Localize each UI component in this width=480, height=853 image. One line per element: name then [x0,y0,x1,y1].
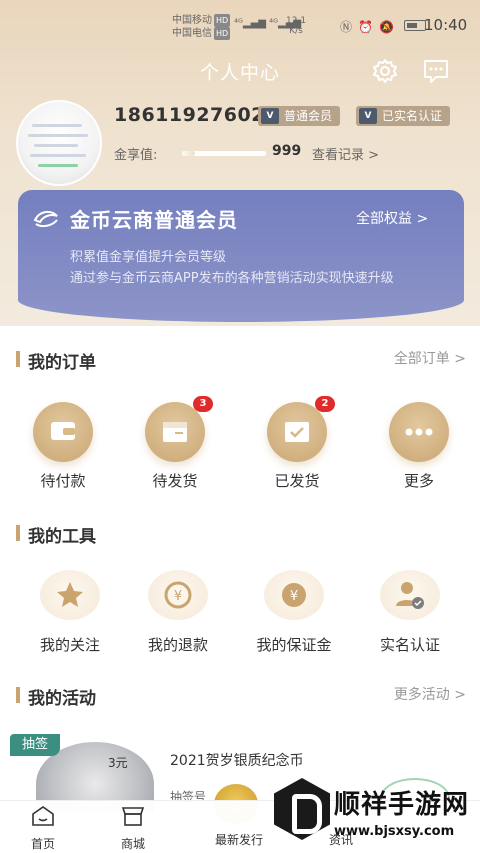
avatar[interactable] [16,100,102,186]
tool-real-name-auth[interactable]: 实名认证 [360,570,460,655]
more-activities-link[interactable]: 更多活动 > [394,684,466,704]
coin-face-value: 3元 [108,756,128,770]
jinxiang-progress [182,151,266,156]
hd-badge: HD [214,14,231,27]
gear-icon[interactable] [372,58,398,84]
member-logo-icon [33,210,58,228]
lottery-tag: 抽签 [10,734,60,756]
all-benefits-link[interactable]: 全部权益 > [356,208,428,228]
jinxiang-label: 金享值: [114,148,158,163]
vip-icon: V [261,108,279,124]
watermark-url: www.bjsxsy.com [334,824,455,839]
tool-my-refunds[interactable]: ¥ 我的退款 [128,570,228,655]
order-label: 待发货 [152,472,198,490]
status-bar: 中国移动 HD 中国电信 HD ⁴ᴳ▂▄▆ ⁴ᴳ▂▄▆ 12.1 K/s Ⓝ⏰🔕 1… [0,0,480,44]
order-shipped[interactable]: 2 已发货 [252,396,342,491]
nav-label: 商城 [120,837,145,851]
tool-label: 实名认证 [379,636,440,654]
svg-text:¥: ¥ [174,589,182,604]
pending-shipment-count: 3 [193,396,213,412]
tools-section-title: 我的工具 [16,522,96,547]
member-level-label: 普通会员 [284,109,333,123]
watermark-title: 顺祥手游网 [334,790,470,820]
verified-badge: V 已实名认证 [356,106,451,126]
status-icons: Ⓝ⏰🔕 [340,18,400,35]
hd-badge: HD [214,27,231,40]
svg-text:¥: ¥ [290,589,298,604]
all-orders-link[interactable]: 全部订单 > [394,348,466,368]
net-speed: 12.1 K/s [286,16,306,36]
yen-icon: ¥ [264,570,324,620]
mute-icon: 🔕 [378,20,400,34]
star-icon [40,570,100,620]
shop-icon [121,807,145,826]
order-pending-payment[interactable]: 待付款 [18,402,108,491]
wallet-icon [33,402,93,462]
tool-label: 我的退款 [147,636,208,654]
vip-icon: V [359,108,377,124]
tool-label: 我的关注 [39,636,100,654]
nav-home[interactable]: 首页 [8,801,78,852]
carrier-info: 中国移动 HD 中国电信 HD [172,14,231,40]
member-card-title: 金币云商普通会员 [70,208,238,232]
shipped-count: 2 [315,396,335,412]
member-card-desc-1: 积累值金享值提升会员等级 [70,250,227,265]
order-label: 已发货 [274,472,320,490]
nav-new-release[interactable]: 最新发行 [204,801,274,848]
nav-shop[interactable]: 商城 [98,801,168,852]
nav-label: 首页 [30,837,55,851]
nav-label: 最新发行 [214,833,263,847]
watermark: 顺祥手游网 www.bjsxsy.com [274,778,474,846]
alarm-icon: ⏰ [358,20,379,34]
activities-section-title: 我的活动 [16,684,96,709]
battery-icon [404,20,426,31]
member-card-desc-2: 通过参与金币云商APP发布的各种营销活动实现快速升级 [70,271,394,286]
watermark-logo-icon [274,778,330,840]
member-level-badge: V 普通会员 [258,106,341,126]
tool-my-follows[interactable]: 我的关注 [20,570,120,655]
net-speed-value: 12.1 [286,16,307,26]
carrier-2: 中国电信 [172,28,212,39]
net-speed-unit: K/s [289,26,303,36]
jinxiang-progress-fill [182,151,195,156]
shipped-icon: 2 [267,396,335,462]
view-records-link[interactable]: 查看记录 > [312,144,379,163]
order-more[interactable]: 更多 [374,402,464,491]
nfc-icon: Ⓝ [340,20,359,34]
user-verified-icon [380,570,440,620]
phone-number: 18611927602 [114,104,265,126]
new-release-icon [226,805,252,827]
tool-label: 我的保证金 [256,636,332,654]
tool-my-deposit[interactable]: ¥ 我的保证金 [244,570,344,655]
more-dots-icon [389,402,449,462]
refund-icon: ¥ [148,570,208,620]
page-title: 个人中心 [199,62,280,84]
activity-name[interactable]: 2021贺岁银质纪念币 [170,750,304,770]
jinxiang-value: 999 [272,143,302,159]
message-icon[interactable] [422,58,450,84]
carrier-1: 中国移动 [172,15,212,26]
clock: 10:40 [424,16,468,34]
package-icon: 3 [145,396,213,462]
order-label: 待付款 [40,472,86,490]
order-label: 更多 [403,472,434,490]
orders-section-title: 我的订单 [16,348,96,373]
home-icon [32,806,54,826]
verified-label: 已实名认证 [382,109,443,123]
order-pending-shipment[interactable]: 3 待发货 [130,396,220,491]
